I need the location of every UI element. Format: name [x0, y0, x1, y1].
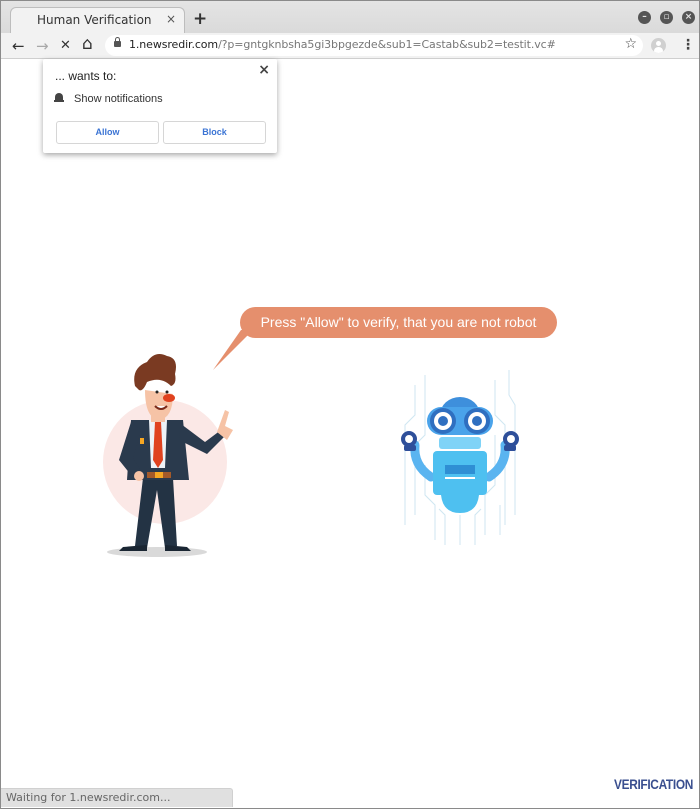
title-bar: Human Verification × + – ▫ ×: [1, 1, 699, 34]
profile-avatar-icon[interactable]: [651, 38, 666, 53]
allow-button[interactable]: Allow: [56, 121, 159, 144]
minimize-button[interactable]: –: [638, 11, 651, 24]
notification-permission-popup: ... wants to: × Show notifications Allow…: [43, 59, 277, 153]
back-icon[interactable]: ←: [12, 36, 25, 56]
bookmark-star-icon[interactable]: ☆: [624, 36, 637, 52]
popup-close-icon[interactable]: ×: [258, 62, 270, 78]
lock-icon[interactable]: [114, 37, 121, 47]
tab-title: Human Verification: [37, 13, 152, 27]
tab-close-icon[interactable]: ×: [166, 12, 176, 26]
permission-title: ... wants to:: [55, 69, 117, 83]
address-bar[interactable]: 1.newsredir.com/?p=gntgknbsha5gi3bpgezde…: [105, 35, 643, 56]
block-button[interactable]: Block: [163, 121, 266, 144]
robot-illustration: [401, 370, 519, 545]
brand-logo: VERIFICATION: [614, 776, 694, 792]
speech-bubble: Press "Allow" to verify, that you are no…: [240, 307, 557, 338]
new-tab-button[interactable]: +: [193, 9, 207, 29]
navigation-toolbar: ← → ✕ ⌂ 1.newsredir.com/?p=gntgknbsha5gi…: [1, 33, 699, 59]
bell-icon: [54, 92, 64, 103]
url-text[interactable]: 1.newsredir.com/?p=gntgknbsha5gi3bpgezde…: [129, 38, 556, 51]
url-path: /?p=gntgknbsha5gi3bpgezde&sub1=Castab&su…: [218, 38, 556, 51]
businessman-illustration: [103, 354, 233, 557]
maximize-button[interactable]: ▫: [660, 11, 673, 24]
close-window-button[interactable]: ×: [682, 11, 695, 24]
status-bar: Waiting for 1.newsredir.com...: [1, 788, 233, 807]
home-icon[interactable]: ⌂: [82, 34, 93, 54]
permission-label: Show notifications: [74, 93, 163, 105]
url-host: 1.newsredir.com: [129, 38, 219, 51]
forward-icon[interactable]: →: [36, 36, 49, 56]
browser-menu-icon[interactable]: ⋮: [681, 37, 695, 53]
permission-item: Show notifications: [54, 92, 163, 105]
browser-tab[interactable]: Human Verification ×: [10, 7, 185, 34]
stop-icon[interactable]: ✕: [60, 36, 71, 56]
